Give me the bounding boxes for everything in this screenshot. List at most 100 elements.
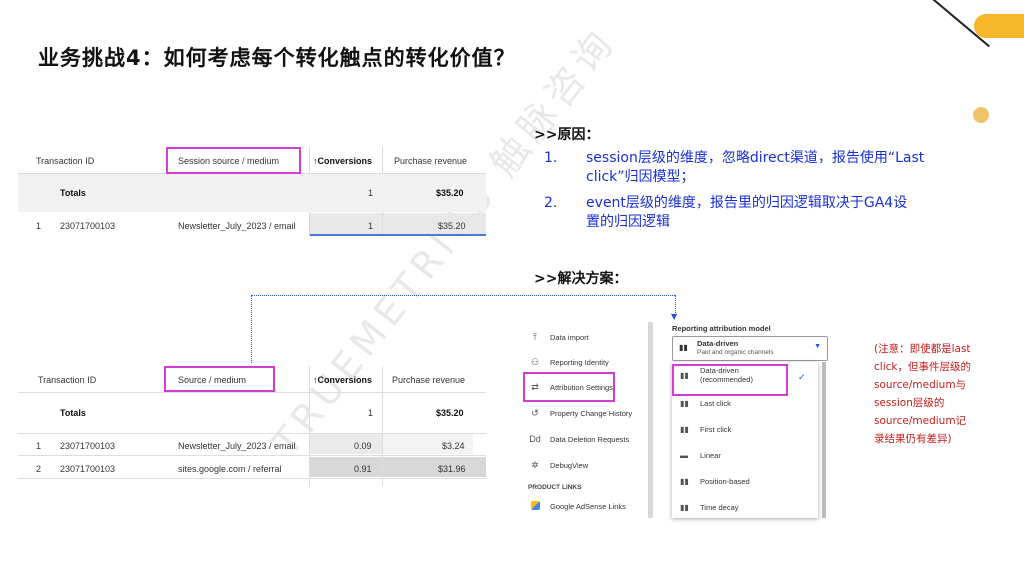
conversions-value: 0.91 [354,464,372,474]
totals-revenue: $35.20 [436,188,464,198]
transaction-id: 23071700103 [60,221,116,231]
debug-icon: ✲ [531,459,539,470]
chart-icon: ▮▮ [680,399,689,408]
option-time-decay[interactable]: ▮▮ Time decay [680,503,739,512]
highlight-box [672,364,788,396]
attribution-panel: Reporting attribution model ▮▮ Data-driv… [672,322,828,518]
note-line: 录结果仍有差异) [874,433,952,445]
note-line: (注意：即使都是last [874,343,971,355]
source-medium: Newsletter_July_2023 / email [178,221,296,231]
source-medium-table: Transaction ID Source / medium ↑Conversi… [18,366,486,486]
data-deletion-icon: Dd [529,434,541,444]
section-label: PRODUCT LINKS [528,484,582,491]
totals-row: Totals 1 $35.20 [18,174,486,212]
option-label: First click [700,425,732,434]
totals-label: Totals [60,188,86,198]
dropdown-scrollbar[interactable] [822,362,826,518]
chevron-down-icon: ▼ [814,343,821,350]
chart-icon: ▮▮ [680,425,689,434]
highlight-box [164,366,275,392]
reason-text: session层级的维度，忽略direct渠道，报告使用“Last [586,150,925,166]
chart-icon: ▮▮ [680,477,689,486]
transaction-id: 23071700103 [60,441,116,451]
column-header-conversions[interactable]: ↑Conversions [313,156,372,166]
arrow-down-icon: ▼ [671,312,678,321]
column-header-transaction-id[interactable]: Transaction ID [36,156,94,166]
menu-item-label: Data import [550,332,589,342]
page-title: 业务挑战4：如何考虑每个转化触点的转化价值？ [38,46,516,70]
revenue-value: $31.96 [438,464,466,474]
totals-conversions: 1 [368,408,374,418]
session-source-table: Transaction ID Session source / medium ↑… [18,147,486,237]
totals-label: Totals [60,408,86,418]
note-line: session层级的 [874,397,945,409]
menu-item-data-import[interactable]: ⤒ Data import [528,328,589,346]
option-last-click[interactable]: ▮▮ Last click [680,399,731,408]
adsense-icon [528,500,542,512]
chart-icon: ▮▮ [679,343,688,352]
column-header-revenue[interactable]: Purchase revenue [394,156,467,166]
note-text: (注意：即使都是last click，但事件层级的 source/medium与… [874,340,1014,448]
note-line: source/medium与 [874,379,967,391]
connector-line [251,295,675,296]
highlight-box [166,147,301,174]
solution-heading: >>解决方案： [534,271,628,287]
chart-icon: ▮▮ [680,503,689,512]
source-medium: Newsletter_July_2023 / email [178,441,296,451]
option-linear[interactable]: ▬ Linear [680,451,721,460]
row-index: 2 [36,464,42,474]
attribution-select[interactable]: ▮▮ Data-driven Paid and organic channels… [672,336,828,361]
totals-revenue: $35.20 [436,408,464,418]
reason-text: click”归因模型； [586,169,695,185]
option-first-click[interactable]: ▮▮ First click [680,425,731,434]
source-medium: sites.google.com / referral [178,464,282,474]
reason-text: event层级的维度，报告里的归因逻辑取决于GA4设 [586,195,908,211]
transaction-id: 23071700103 [60,464,116,474]
panel-scrollbar[interactable] [648,322,653,518]
menu-item-label: Google AdSense Links [550,501,626,511]
selected-model-sub: Paid and organic channels [697,349,774,356]
menu-item-property-change-history[interactable]: ↺ Property Change History [528,404,632,422]
menu-item-reporting-identity[interactable]: ⚇ Reporting Identity [528,353,609,371]
reason-heading: >>原因： [534,127,600,143]
option-label: Position-based [700,477,750,486]
row-index: 1 [36,441,42,451]
admin-menu: ⤒ Data import ⚇ Reporting Identity ⇄ Att… [523,322,652,518]
column-header-conversions[interactable]: ↑Conversions [313,375,372,385]
option-label: Linear [700,451,721,460]
menu-item-adsense-links[interactable]: Google AdSense Links [528,497,626,515]
connector-line [251,295,252,363]
decorative-dot [973,107,989,123]
column-header-revenue[interactable]: Purchase revenue [392,375,465,385]
row-index: 1 [36,221,42,231]
column-header-transaction-id[interactable]: Transaction ID [38,375,96,385]
selected-model: Data-driven [697,339,739,348]
reason-number: 1. [544,150,558,166]
reason-number: 2. [544,195,558,211]
menu-item-data-deletion-requests[interactable]: Dd Data Deletion Requests [528,430,629,448]
menu-item-label: DebugView [550,460,589,470]
conversions-value: 0.09 [354,441,372,451]
revenue-value: $35.20 [438,221,466,231]
note-line: source/medium记 [874,415,967,427]
reason-text: 置的归因逻辑 [586,214,670,230]
menu-item-label: Property Change History [550,408,633,418]
option-label: Time decay [700,503,739,512]
chart-icon: ▬ [680,451,688,460]
option-label: Last click [700,399,731,408]
option-position-based[interactable]: ▮▮ Position-based [680,477,750,486]
checkmark-icon: ✓ [798,372,806,382]
decorative-yellow-bar [974,14,1024,38]
totals-conversions: 1 [368,188,374,198]
data-import-icon: ⤒ [533,331,537,342]
history-icon: ↺ [531,407,539,418]
revenue-value: $3.24 [442,441,465,451]
reporting-identity-icon: ⚇ [530,356,540,367]
menu-item-label: Reporting Identity [550,357,609,367]
attribution-label: Reporting attribution model [672,324,771,333]
note-line: click，但事件层级的 [874,361,971,373]
conversions-value: 1 [368,221,374,231]
menu-item-debugview[interactable]: ✲ DebugView [528,456,588,474]
highlight-box [523,372,615,402]
menu-item-label: Data Deletion Requests [550,434,630,444]
